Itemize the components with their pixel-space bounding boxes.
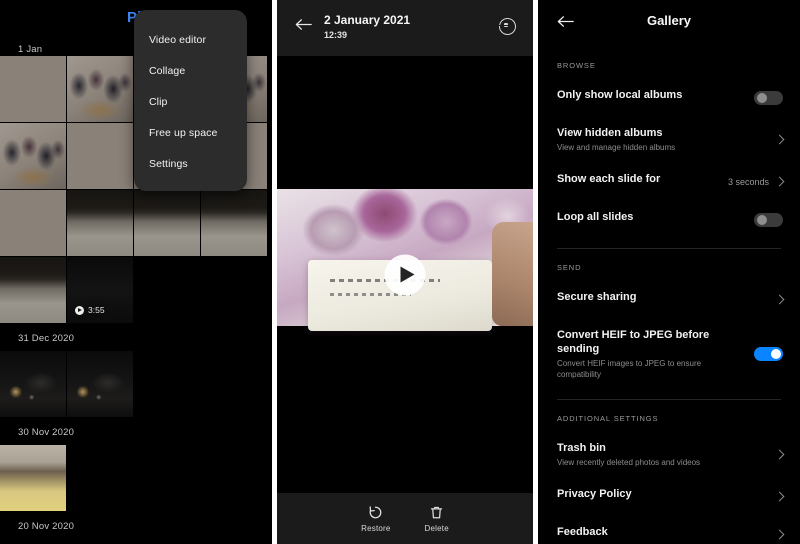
video-duration-badge: 3:55	[75, 305, 105, 315]
menu-item-free-up-space[interactable]: Free up space	[134, 117, 247, 148]
toggle-convert-heif-to-jpeg[interactable]	[754, 347, 783, 362]
setting-subtitle: Convert HEIF images to JPEG to ensure co…	[557, 359, 702, 380]
photo-grid-row: 3:55	[0, 257, 272, 323]
video-duration-text: 3:55	[88, 305, 105, 315]
settings-screen: Gallery BROWSE Only show local albums Vi…	[538, 0, 800, 544]
chevron-right-icon	[774, 134, 785, 145]
photo-thumbnail[interactable]	[134, 190, 200, 256]
setting-row-feedback[interactable]: Feedback	[538, 516, 800, 544]
date-group-label: 31 Dec 2020	[18, 333, 75, 344]
section-header-send: SEND	[557, 262, 582, 272]
photo-thumbnail[interactable]	[67, 123, 133, 189]
grid-empty-cell	[134, 257, 200, 323]
viewer-topbar: 2 January 2021 12:39	[277, 0, 533, 56]
screenshot-root: Photos 1 Jan	[0, 0, 800, 544]
viewer-bottom-toolbar: Restore Delete	[277, 493, 533, 544]
chevron-right-icon	[774, 449, 785, 460]
toggle-knob	[756, 214, 767, 225]
photo-thumbnail[interactable]	[67, 190, 133, 256]
photo-grid-row	[0, 445, 272, 511]
overflow-menu: Video editor Collage Clip Free up space …	[134, 10, 247, 191]
photo-grid-row	[0, 190, 272, 256]
photo-thumbnail[interactable]	[0, 445, 66, 511]
menu-item-settings[interactable]: Settings	[134, 148, 247, 179]
setting-title: Feedback	[557, 525, 608, 538]
setting-row-secure-sharing[interactable]: Secure sharing	[538, 281, 800, 319]
chevron-right-icon	[774, 491, 785, 502]
setting-row-view-hidden-albums[interactable]: View hidden albums View and manage hidde…	[538, 117, 800, 163]
photo-thumbnail[interactable]	[0, 123, 66, 189]
grid-empty-cell	[201, 257, 267, 323]
trash-icon	[431, 506, 443, 518]
setting-row-privacy-policy[interactable]: Privacy Policy	[538, 478, 800, 516]
setting-subtitle: View recently deleted photos and videos	[557, 457, 701, 467]
cast-icon[interactable]	[499, 18, 516, 35]
grid-empty-cell	[201, 445, 267, 511]
viewer-screen: 2 January 2021 12:39 Restore Delete	[277, 0, 533, 544]
setting-title: Trash bin	[557, 441, 606, 454]
page-title: Gallery	[646, 13, 692, 28]
photo-thumbnail[interactable]	[67, 56, 133, 122]
back-arrow-icon[interactable]	[295, 18, 312, 31]
restore-button[interactable]: Restore	[361, 505, 390, 533]
toggle-knob	[756, 93, 767, 103]
play-circle-icon	[75, 305, 84, 315]
menu-item-video-editor[interactable]: Video editor	[134, 24, 247, 55]
photo-thumbnail[interactable]	[0, 56, 66, 122]
date-group-label: 1 Jan	[18, 44, 43, 55]
photo-grid-row	[0, 351, 272, 417]
menu-item-clip[interactable]: Clip	[134, 86, 247, 117]
menu-item-collage[interactable]: Collage	[134, 55, 247, 86]
date-group-label: 20 Nov 2020	[18, 521, 75, 532]
viewer-time: 12:39	[324, 30, 348, 40]
chevron-right-icon	[774, 529, 785, 540]
setting-title: Secure sharing	[557, 290, 637, 303]
photos-screen: Photos 1 Jan	[0, 0, 272, 544]
grid-empty-cell	[67, 445, 133, 511]
setting-row-show-each-slide-for[interactable]: Show each slide for 3 seconds	[538, 163, 800, 201]
photo-thumbnail[interactable]	[0, 190, 66, 256]
setting-title: Privacy Policy	[557, 487, 632, 500]
toggle-loop-all-slides[interactable]	[754, 212, 783, 227]
chevron-right-icon	[774, 176, 785, 187]
photo-thumbnail[interactable]	[201, 190, 267, 256]
delete-label: Delete	[424, 523, 449, 533]
setting-value: 3 seconds	[727, 176, 769, 187]
photo-thumbnail[interactable]	[0, 351, 66, 417]
section-header-additional-settings: ADDITIONAL SETTINGS	[557, 413, 659, 423]
settings-topbar: Gallery	[538, 0, 800, 47]
toggle-knob	[770, 349, 781, 360]
grid-empty-cell	[134, 351, 200, 417]
delete-button[interactable]: Delete	[425, 505, 449, 533]
video-thumbnail[interactable]: 3:55	[67, 257, 133, 323]
grid-empty-cell	[201, 351, 267, 417]
video-content-hand	[492, 221, 533, 326]
setting-row-trash-bin[interactable]: Trash bin View recently deleted photos a…	[538, 432, 800, 478]
settings-list: BROWSE Only show local albums View hidde…	[538, 47, 800, 544]
toggle-only-show-local-albums[interactable]	[754, 91, 783, 105]
grid-empty-cell	[134, 445, 200, 511]
restore-label: Restore	[361, 523, 391, 533]
setting-row-convert-heif-to-jpeg[interactable]: Convert HEIF to JPEG before sending Conv…	[538, 319, 800, 390]
play-button[interactable]	[384, 254, 426, 295]
photo-thumbnail[interactable]	[67, 351, 133, 417]
date-group-label: 30 Nov 2020	[18, 427, 75, 438]
setting-title: Loop all slides	[557, 210, 634, 223]
section-header-browse: BROWSE	[557, 61, 596, 70]
chevron-right-icon	[774, 294, 785, 305]
viewer-date-title: 2 January 2021	[324, 13, 411, 27]
setting-row-only-show-local-albums[interactable]: Only show local albums	[538, 79, 800, 117]
setting-title: Convert HEIF to JPEG before sending	[557, 328, 710, 356]
setting-subtitle: View and manage hidden albums	[557, 142, 676, 152]
restore-icon	[369, 505, 382, 518]
setting-title: Only show local albums	[557, 89, 683, 101]
setting-row-loop-all-slides[interactable]: Loop all slides	[538, 201, 800, 239]
photo-thumbnail[interactable]	[0, 257, 66, 323]
video-stage	[277, 56, 533, 493]
setting-title: View hidden albums	[557, 127, 663, 139]
